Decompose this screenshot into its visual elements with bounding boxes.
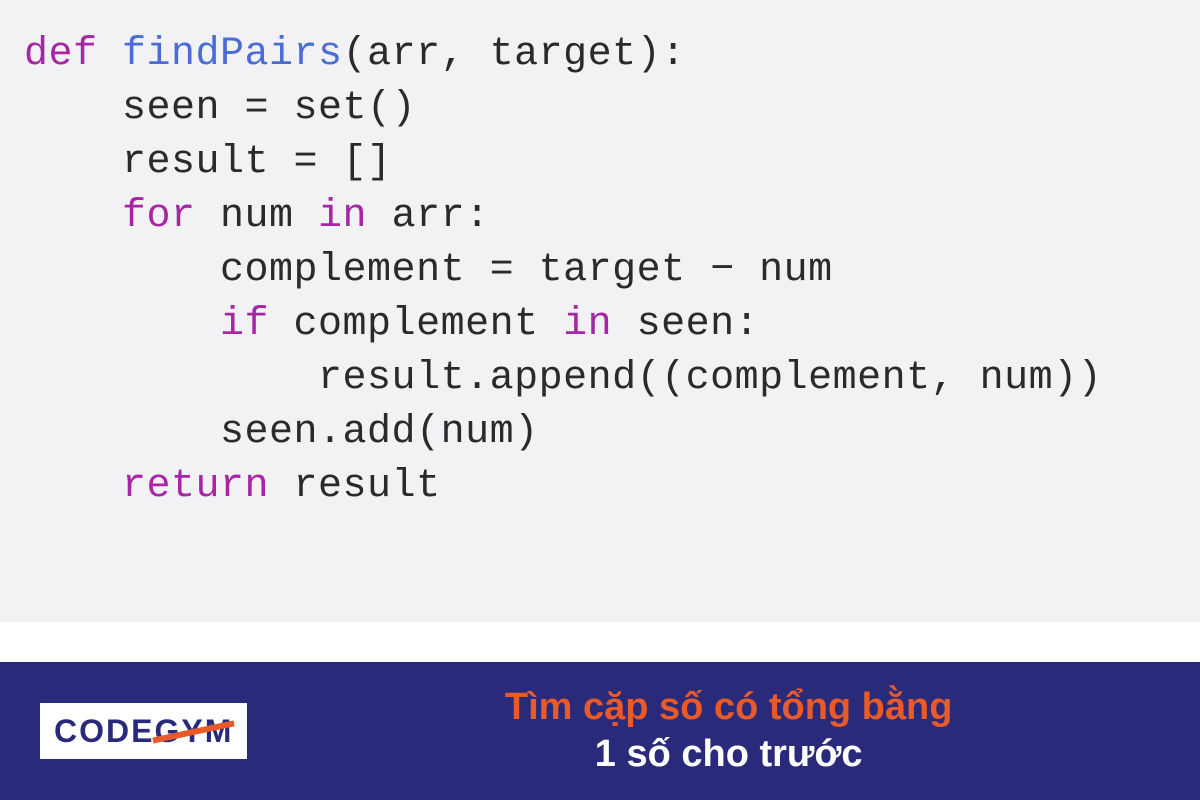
code-block: def findPairs(arr, target): seen = set()… [0,0,1200,622]
code-line-7: if complement in seen: [24,298,1176,352]
keyword-in: in [318,194,392,239]
logo-text: CODEGYM [54,713,233,750]
code-text: (arr, target): [343,32,686,77]
footer-banner: CODEGYM Tìm cặp số có tổng bằng 1 số cho… [0,662,1200,800]
keyword-if: if [220,302,294,347]
code-line-2: seen = set() [24,82,1176,136]
keyword-return: return [122,464,294,509]
code-line-11: return result [24,460,1176,514]
keyword-for: for [122,194,220,239]
separator [0,622,1200,662]
logo: CODEGYM [40,703,247,759]
code-line-5: for num in arr: [24,190,1176,244]
code-line-1: def findPairs(arr, target): [24,28,1176,82]
caption-line-1: Tìm cặp số có tổng bằng [297,684,1160,732]
code-line-6: complement = target − num [24,244,1176,298]
keyword-in: in [563,302,637,347]
caption: Tìm cặp số có tổng bằng 1 số cho trước [297,684,1160,779]
code-line-8: result.append((complement, num)) [24,352,1176,406]
code-line-3: result = [] [24,136,1176,190]
caption-line-2: 1 số cho trước [297,731,1160,779]
code-line-9: seen.add(num) [24,406,1176,460]
function-name: findPairs [122,32,343,77]
keyword-def: def [24,32,122,77]
